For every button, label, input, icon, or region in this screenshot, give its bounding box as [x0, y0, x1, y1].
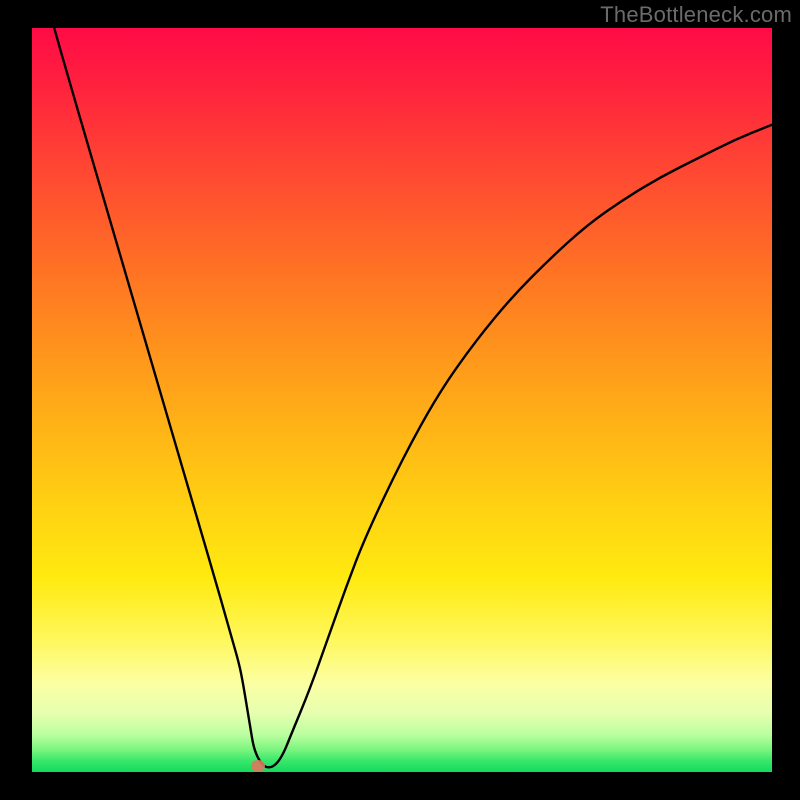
- bottleneck-curve: [32, 28, 772, 772]
- chart-frame: TheBottleneck.com: [0, 0, 800, 800]
- plot-area: [32, 28, 772, 772]
- optimum-marker-dot: [251, 760, 265, 772]
- watermark-text: TheBottleneck.com: [600, 2, 792, 28]
